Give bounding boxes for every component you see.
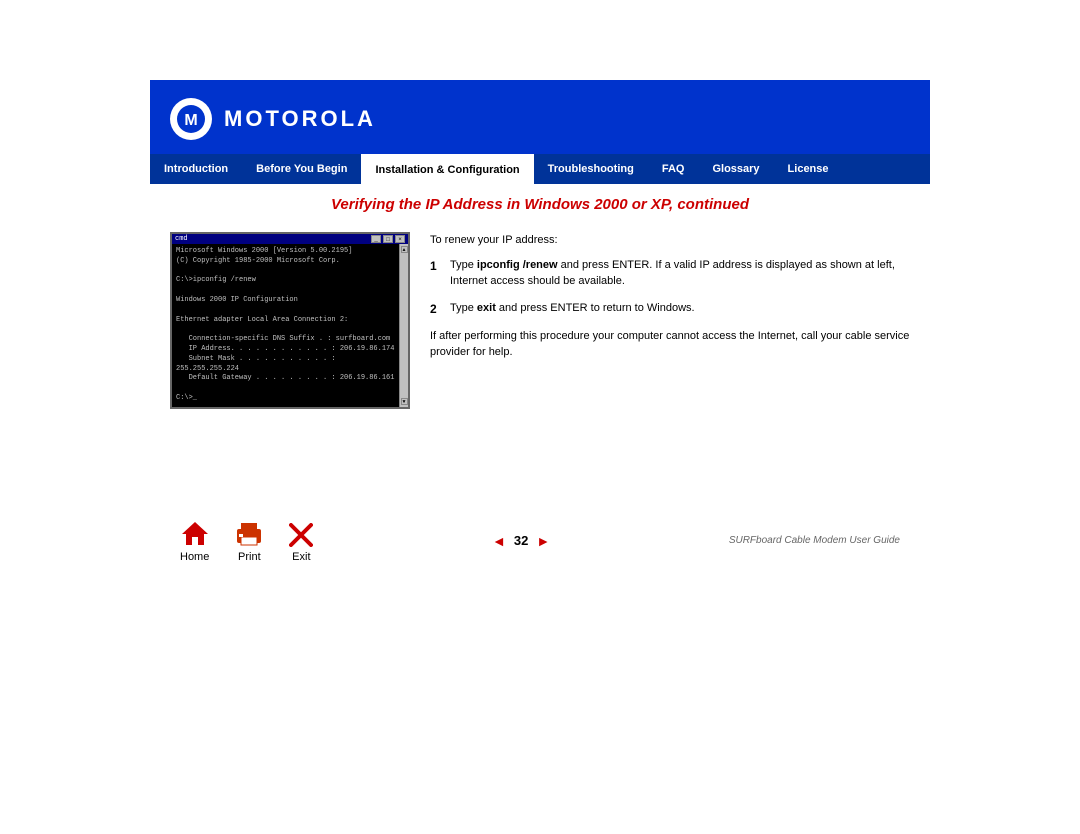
svg-text:M: M [184, 112, 197, 129]
step-2-number: 2 [430, 300, 444, 318]
nav-item-troubleshooting[interactable]: Troubleshooting [534, 155, 648, 183]
cmd-line-2 [176, 267, 395, 277]
step-1: 1 Type ipconfig /renew and press ENTER. … [430, 257, 910, 290]
cmd-minimize-button[interactable]: _ [371, 235, 381, 243]
nav-item-before-you-begin[interactable]: Before You Begin [242, 155, 361, 183]
page-outer: M MOTOROLA Introduction Before You Begin… [0, 0, 1080, 834]
exit-icon [289, 523, 313, 547]
cmd-maximize-button[interactable]: □ [383, 235, 393, 243]
cmd-close-button[interactable]: × [395, 235, 405, 243]
cmd-titlebar: cmd _ □ × [172, 234, 408, 244]
print-button[interactable]: Print [233, 521, 265, 563]
main-content: M MOTOROLA Introduction Before You Begin… [150, 0, 930, 834]
cmd-line-8 [176, 325, 395, 335]
step-2-text-after: and press ENTER to return to Windows. [496, 302, 695, 314]
page-title: Verifying the IP Address in Windows 2000… [331, 196, 749, 213]
cmd-line-6 [176, 306, 395, 316]
print-icon [233, 521, 265, 547]
cmd-scroll-down[interactable]: ▼ [401, 398, 408, 405]
cmd-line-3: C:\>ipconfig /renew [176, 276, 395, 286]
exit-label: Exit [292, 551, 310, 563]
note-text: If after performing this procedure your … [430, 328, 910, 361]
nav-item-license[interactable]: License [774, 155, 843, 183]
motorola-logo-icon: M [176, 104, 206, 134]
text-content: To renew your IP address: 1 Type ipconfi… [430, 232, 910, 409]
step-2-bold: exit [477, 302, 496, 314]
nav-item-faq[interactable]: FAQ [648, 155, 699, 183]
motorola-logo-circle: M [170, 98, 212, 140]
cmd-wrapper: Microsoft Windows 2000 [Version 5.00.219… [172, 244, 408, 407]
cmd-line-10: IP Address. . . . . . . . . . . . : 206.… [176, 345, 395, 355]
cmd-line-4 [176, 286, 395, 296]
cmd-line-11: Subnet Mask . . . . . . . . . . . : 255.… [176, 355, 395, 375]
cmd-screenshot: cmd _ □ × Microsoft Windows 2000 [Versio… [170, 232, 410, 409]
home-button[interactable]: Home [180, 519, 209, 563]
exit-button[interactable]: Exit [289, 523, 313, 563]
footer-center: ◄ 32 ► [492, 533, 550, 549]
cmd-title-text: cmd [175, 235, 188, 243]
step-1-text: Type ipconfig /renew and press ENTER. If… [450, 257, 910, 290]
cmd-line-12: Default Gateway . . . . . . . . . : 206.… [176, 374, 395, 384]
nav-bar: Introduction Before You Begin Installati… [150, 154, 930, 184]
home-icon [181, 519, 209, 547]
nav-item-glossary[interactable]: Glossary [698, 155, 773, 183]
header-bar: M MOTOROLA [150, 80, 930, 154]
cmd-line-13 [176, 384, 395, 394]
cmd-scrollbar[interactable]: ▲ ▼ [399, 244, 408, 407]
footer: Home Print [150, 499, 930, 573]
prev-arrow[interactable]: ◄ [492, 533, 506, 549]
cmd-buttons: _ □ × [371, 235, 405, 243]
home-label: Home [180, 551, 209, 563]
step-2: 2 Type exit and press ENTER to return to… [430, 300, 910, 318]
cmd-line-7: Ethernet adapter Local Area Connection 2… [176, 316, 395, 326]
cmd-line-14: C:\>_ [176, 394, 395, 404]
page-title-container: Verifying the IP Address in Windows 2000… [150, 184, 930, 222]
step-1-bold: ipconfig /renew [477, 259, 558, 271]
subtitle-text: To renew your IP address: [430, 232, 910, 249]
footer-left: Home Print [180, 519, 313, 563]
step-1-number: 1 [430, 257, 444, 290]
cmd-line-1: (C) Copyright 1985-2000 Microsoft Corp. [176, 257, 395, 267]
cmd-line-9: Connection-specific DNS Suffix . : surfb… [176, 335, 395, 345]
cmd-line-0: Microsoft Windows 2000 [Version 5.00.219… [176, 247, 395, 257]
cmd-scroll-up[interactable]: ▲ [401, 246, 408, 253]
footer-guide-title: SURFboard Cable Modem User Guide [729, 535, 900, 546]
print-label: Print [238, 551, 261, 563]
page-number: 32 [514, 533, 528, 548]
cmd-main: Microsoft Windows 2000 [Version 5.00.219… [172, 244, 399, 407]
motorola-brand-text: MOTOROLA [224, 106, 376, 132]
next-arrow[interactable]: ► [536, 533, 550, 549]
nav-item-installation-configuration[interactable]: Installation & Configuration [361, 154, 533, 184]
cmd-body: Microsoft Windows 2000 [Version 5.00.219… [172, 244, 399, 407]
nav-item-introduction[interactable]: Introduction [150, 155, 242, 183]
step-2-text: Type exit and press ENTER to return to W… [450, 300, 695, 318]
cmd-line-5: Windows 2000 IP Configuration [176, 296, 395, 306]
content-area: cmd _ □ × Microsoft Windows 2000 [Versio… [150, 222, 930, 419]
